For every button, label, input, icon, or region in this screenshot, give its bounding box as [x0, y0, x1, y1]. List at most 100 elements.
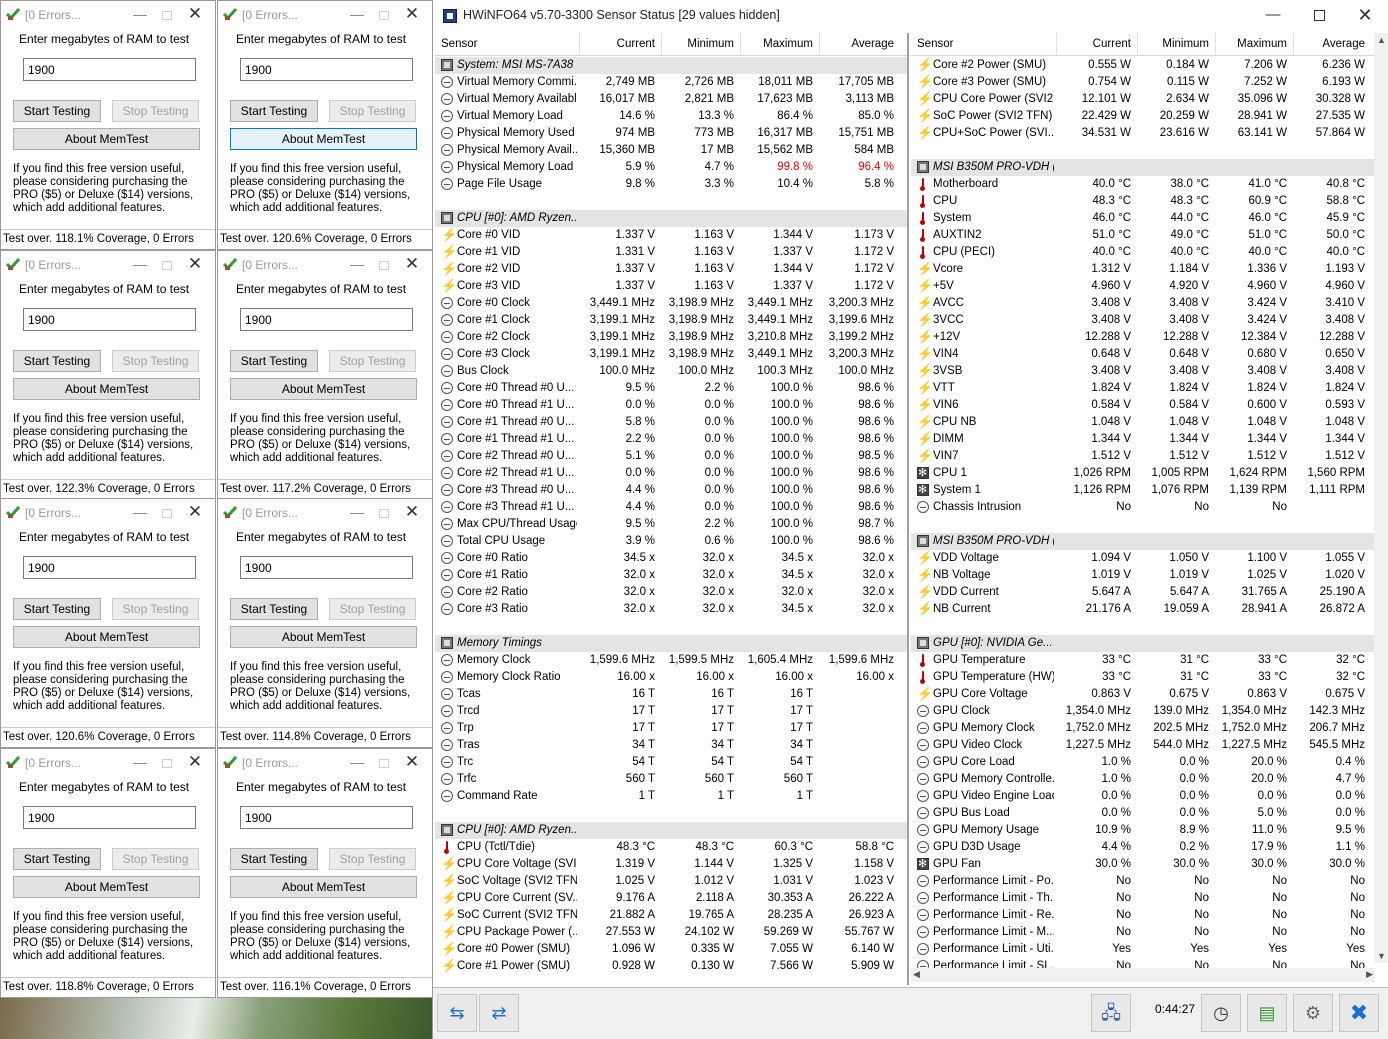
sensor-row[interactable]: ⚡ DIMM 1.344 V 1.344 V 1.344 V 1.344 V: [911, 431, 1377, 448]
title-bar[interactable]: [0 Errors... — ✕: [1, 1, 215, 28]
sensor-row[interactable]: ⚡ VIN4 0.648 V 0.648 V 0.680 V 0.650 V: [911, 346, 1377, 363]
sensor-row[interactable]: Memory Clock Ratio 16.00 x 16.00 x 16.00 x 1…: [435, 669, 907, 686]
sensor-row[interactable]: ⚡ NB Current 21.176 A 19.059 A 28.941 A 26.87…: [911, 601, 1377, 618]
sensor-row[interactable]: ⚡ CPU NB 1.048 V 1.048 V 1.048 V 1.048 V: [911, 414, 1377, 431]
sensor-row[interactable]: Performance Limit - Th... No No No No: [911, 890, 1377, 907]
sensor-row[interactable]: CPU (Tctl/Tdie) 48.3 °C 48.3 °C 60.3 °C 58.8…: [435, 839, 907, 856]
add-report-icon[interactable]: ▤: [1247, 994, 1287, 1032]
column-average[interactable]: Average: [1322, 38, 1365, 50]
sensor-row[interactable]: ⚡ 3VCC 3.408 V 3.408 V 3.424 V 3.408 V: [911, 312, 1377, 329]
stop-testing-button[interactable]: Stop Testing: [329, 100, 416, 122]
sensor-group-row[interactable]: CPU [#0]: AMD Ryzen...: [435, 210, 907, 227]
sensor-row[interactable]: Core #0 Clock 3,449.1 MHz 3,198.9 MHz 3,449…: [435, 295, 907, 312]
maximize-icon[interactable]: [372, 5, 396, 23]
sensor-row[interactable]: Physical Memory Load 5.9 % 4.7 % 99.8 % 96.4…: [435, 159, 907, 176]
sensor-row[interactable]: GPU Video Engine Load 0.0 % 0.0 % 0.0 % 0.0 …: [911, 788, 1377, 805]
title-bar[interactable]: [0 Errors... — ✕: [218, 1, 432, 28]
scroll-right-icon[interactable]: ▶: [1366, 969, 1373, 980]
sensor-row[interactable]: Performance Limit - Uti... Yes Yes Yes Yes: [911, 941, 1377, 958]
sensor-row[interactable]: ⚡ SoC Power (SVI2 TFN) 22.429 W 20.259 W 28.…: [911, 108, 1377, 125]
ram-input[interactable]: 1900: [23, 308, 196, 331]
sensor-row[interactable]: AUXTIN2 51.0 °C 49.0 °C 51.0 °C 50.0 °C: [911, 227, 1377, 244]
sensor-row[interactable]: ⚡ Core #0 VID 1.337 V 1.163 V 1.344 V 1.173 V: [435, 227, 907, 244]
clock-icon[interactable]: ◷: [1201, 994, 1241, 1032]
minimize-icon[interactable]: —: [345, 255, 369, 273]
sensor-row[interactable]: CPU 48.3 °C 48.3 °C 60.9 °C 58.8 °C: [911, 193, 1377, 210]
title-bar[interactable]: [0 Errors... — ✕: [1, 499, 215, 526]
column-separator[interactable]: [1293, 33, 1294, 56]
title-bar[interactable]: [0 Errors... — ✕: [218, 251, 432, 278]
ram-input[interactable]: 1900: [240, 556, 413, 579]
sensor-row[interactable]: Max CPU/Thread Usage 9.5 % 2.2 % 100.0 % 98.…: [435, 516, 907, 533]
title-bar[interactable]: [0 Errors... — ✕: [218, 499, 432, 526]
start-testing-button[interactable]: Start Testing: [13, 598, 101, 620]
sensor-row[interactable]: GPU Core Load 1.0 % 0.0 % 20.0 % 0.4 %: [911, 754, 1377, 771]
minimize-icon[interactable]: —: [128, 5, 152, 23]
title-bar[interactable]: [0 Errors... — ✕: [1, 749, 215, 776]
sensor-row[interactable]: GPU Temperature (HW) 33 °C 31 °C 33 °C 32 °C: [911, 669, 1377, 686]
sensor-row[interactable]: ⚡ Core #3 Power (SMU) 0.754 W 0.115 W 7.252 …: [911, 74, 1377, 91]
sensor-row[interactable]: Motherboard 40.0 °C 38.0 °C 41.0 °C 40.8 °C: [911, 176, 1377, 193]
sensor-row[interactable]: ⚡ CPU+SoC Power (SVI... 34.531 W 23.616 W 63…: [911, 125, 1377, 142]
settings-gear-icon[interactable]: ⚙: [1293, 994, 1333, 1032]
stop-testing-button[interactable]: Stop Testing: [329, 848, 416, 870]
sensor-row[interactable]: Core #2 Clock 3,199.1 MHz 3,198.9 MHz 3,210…: [435, 329, 907, 346]
about-memtest-button[interactable]: About MemTest: [230, 378, 417, 400]
column-separator[interactable]: [1056, 33, 1057, 56]
sensor-row[interactable]: Trcd 17 T 17 T 17 T: [435, 703, 907, 720]
column-maximum[interactable]: Maximum: [1237, 38, 1287, 50]
sensor-row[interactable]: CPU 1 1,026 RPM 1,005 RPM 1,624 RPM 1,560 RP…: [911, 465, 1377, 482]
sensor-row[interactable]: GPU Memory Controlle... 1.0 % 0.0 % 20.0 % 4…: [911, 771, 1377, 788]
sensor-row[interactable]: ⚡ AVCC 3.408 V 3.408 V 3.424 V 3.410 V: [911, 295, 1377, 312]
ram-input[interactable]: 1900: [240, 308, 413, 331]
close-icon[interactable]: ✕: [183, 753, 207, 771]
ram-input[interactable]: 1900: [240, 806, 413, 829]
stop-testing-button[interactable]: Stop Testing: [112, 100, 199, 122]
close-icon[interactable]: ✕: [183, 503, 207, 521]
column-separator[interactable]: [661, 33, 662, 56]
sensor-row[interactable]: ⚡ SoC Current (SVI2 TFN) 21.882 A 19.765 A 2…: [435, 907, 907, 924]
sensor-row[interactable]: Performance Limit - Re... No No No No: [911, 907, 1377, 924]
sensor-row[interactable]: Virtual Memory Load 14.6 % 13.3 % 86.4 % 85.…: [435, 108, 907, 125]
minimize-icon[interactable]: —: [128, 753, 152, 771]
sensor-row[interactable]: Physical Memory Used 974 MB 773 MB 16,317 M…: [435, 125, 907, 142]
sensor-row[interactable]: Core #3 Clock 3,199.1 MHz 3,198.9 MHz 3,449…: [435, 346, 907, 363]
maximize-icon[interactable]: [155, 5, 179, 23]
stop-testing-button[interactable]: Stop Testing: [112, 598, 199, 620]
sensor-row[interactable]: ⚡ Core #1 VID 1.331 V 1.163 V 1.337 V 1.172 V: [435, 244, 907, 261]
sensor-group-row[interactable]: Memory Timings: [435, 635, 907, 652]
sensor-row[interactable]: Bus Clock 100.0 MHz 100.0 MHz 100.3 MHz 100.…: [435, 363, 907, 380]
minimize-icon[interactable]: —: [345, 503, 369, 521]
sensor-row[interactable]: Core #1 Clock 3,199.1 MHz 3,198.9 MHz 3,449…: [435, 312, 907, 329]
sensor-row[interactable]: ⚡ CPU Package Power (... 27.553 W 24.102 W 5…: [435, 924, 907, 941]
sensor-row[interactable]: Core #0 Thread #1 U... 0.0 % 0.0 % 100.0 % 9…: [435, 397, 907, 414]
close-icon[interactable]: ✕: [183, 255, 207, 273]
sensor-row[interactable]: GPU Memory Usage 10.9 % 8.9 % 11.0 % 9.5 %: [911, 822, 1377, 839]
sensor-row[interactable]: GPU Memory Clock 1,752.0 MHz 202.5 MHz 1,75…: [911, 720, 1377, 737]
maximize-icon[interactable]: [155, 753, 179, 771]
scroll-down-icon[interactable]: ▼: [1377, 951, 1386, 961]
sensor-row[interactable]: Core #3 Thread #0 U... 4.4 % 0.0 % 100.0 % 9…: [435, 482, 907, 499]
sensor-row[interactable]: GPU Fan 30.0 % 30.0 % 30.0 % 30.0 %: [911, 856, 1377, 873]
column-separator[interactable]: [1215, 33, 1216, 56]
ram-input[interactable]: 1900: [23, 806, 196, 829]
sensor-group-row[interactable]: CPU [#0]: AMD Ryzen...: [435, 822, 907, 839]
sensor-row[interactable]: GPU D3D Usage 4.4 % 0.2 % 17.9 % 1.1 %: [911, 839, 1377, 856]
sensor-row[interactable]: ⚡ Core #3 VID 1.337 V 1.163 V 1.337 V 1.172 V: [435, 278, 907, 295]
stop-testing-button[interactable]: Stop Testing: [112, 848, 199, 870]
stop-testing-button[interactable]: Stop Testing: [329, 598, 416, 620]
minimize-icon[interactable]: —: [345, 753, 369, 771]
start-testing-button[interactable]: Start Testing: [230, 848, 318, 870]
about-memtest-button[interactable]: About MemTest: [230, 626, 417, 648]
ram-input[interactable]: 1900: [23, 556, 196, 579]
title-bar[interactable]: HWiNFO64 v5.70-3300 Sensor Status [29 va…: [433, 0, 1388, 31]
minimize-icon[interactable]: —: [128, 255, 152, 273]
maximize-icon[interactable]: [155, 255, 179, 273]
column-sensor[interactable]: Sensor: [917, 38, 953, 50]
column-minimum[interactable]: Minimum: [1162, 38, 1209, 50]
title-bar[interactable]: [0 Errors... — ✕: [1, 251, 215, 278]
sensor-group-row[interactable]: MSI B350M PRO-VDH (...: [911, 159, 1377, 176]
start-testing-button[interactable]: Start Testing: [13, 100, 101, 122]
sensor-row[interactable]: Command Rate 1 T 1 T 1 T: [435, 788, 907, 805]
minimize-icon[interactable]: —: [128, 503, 152, 521]
